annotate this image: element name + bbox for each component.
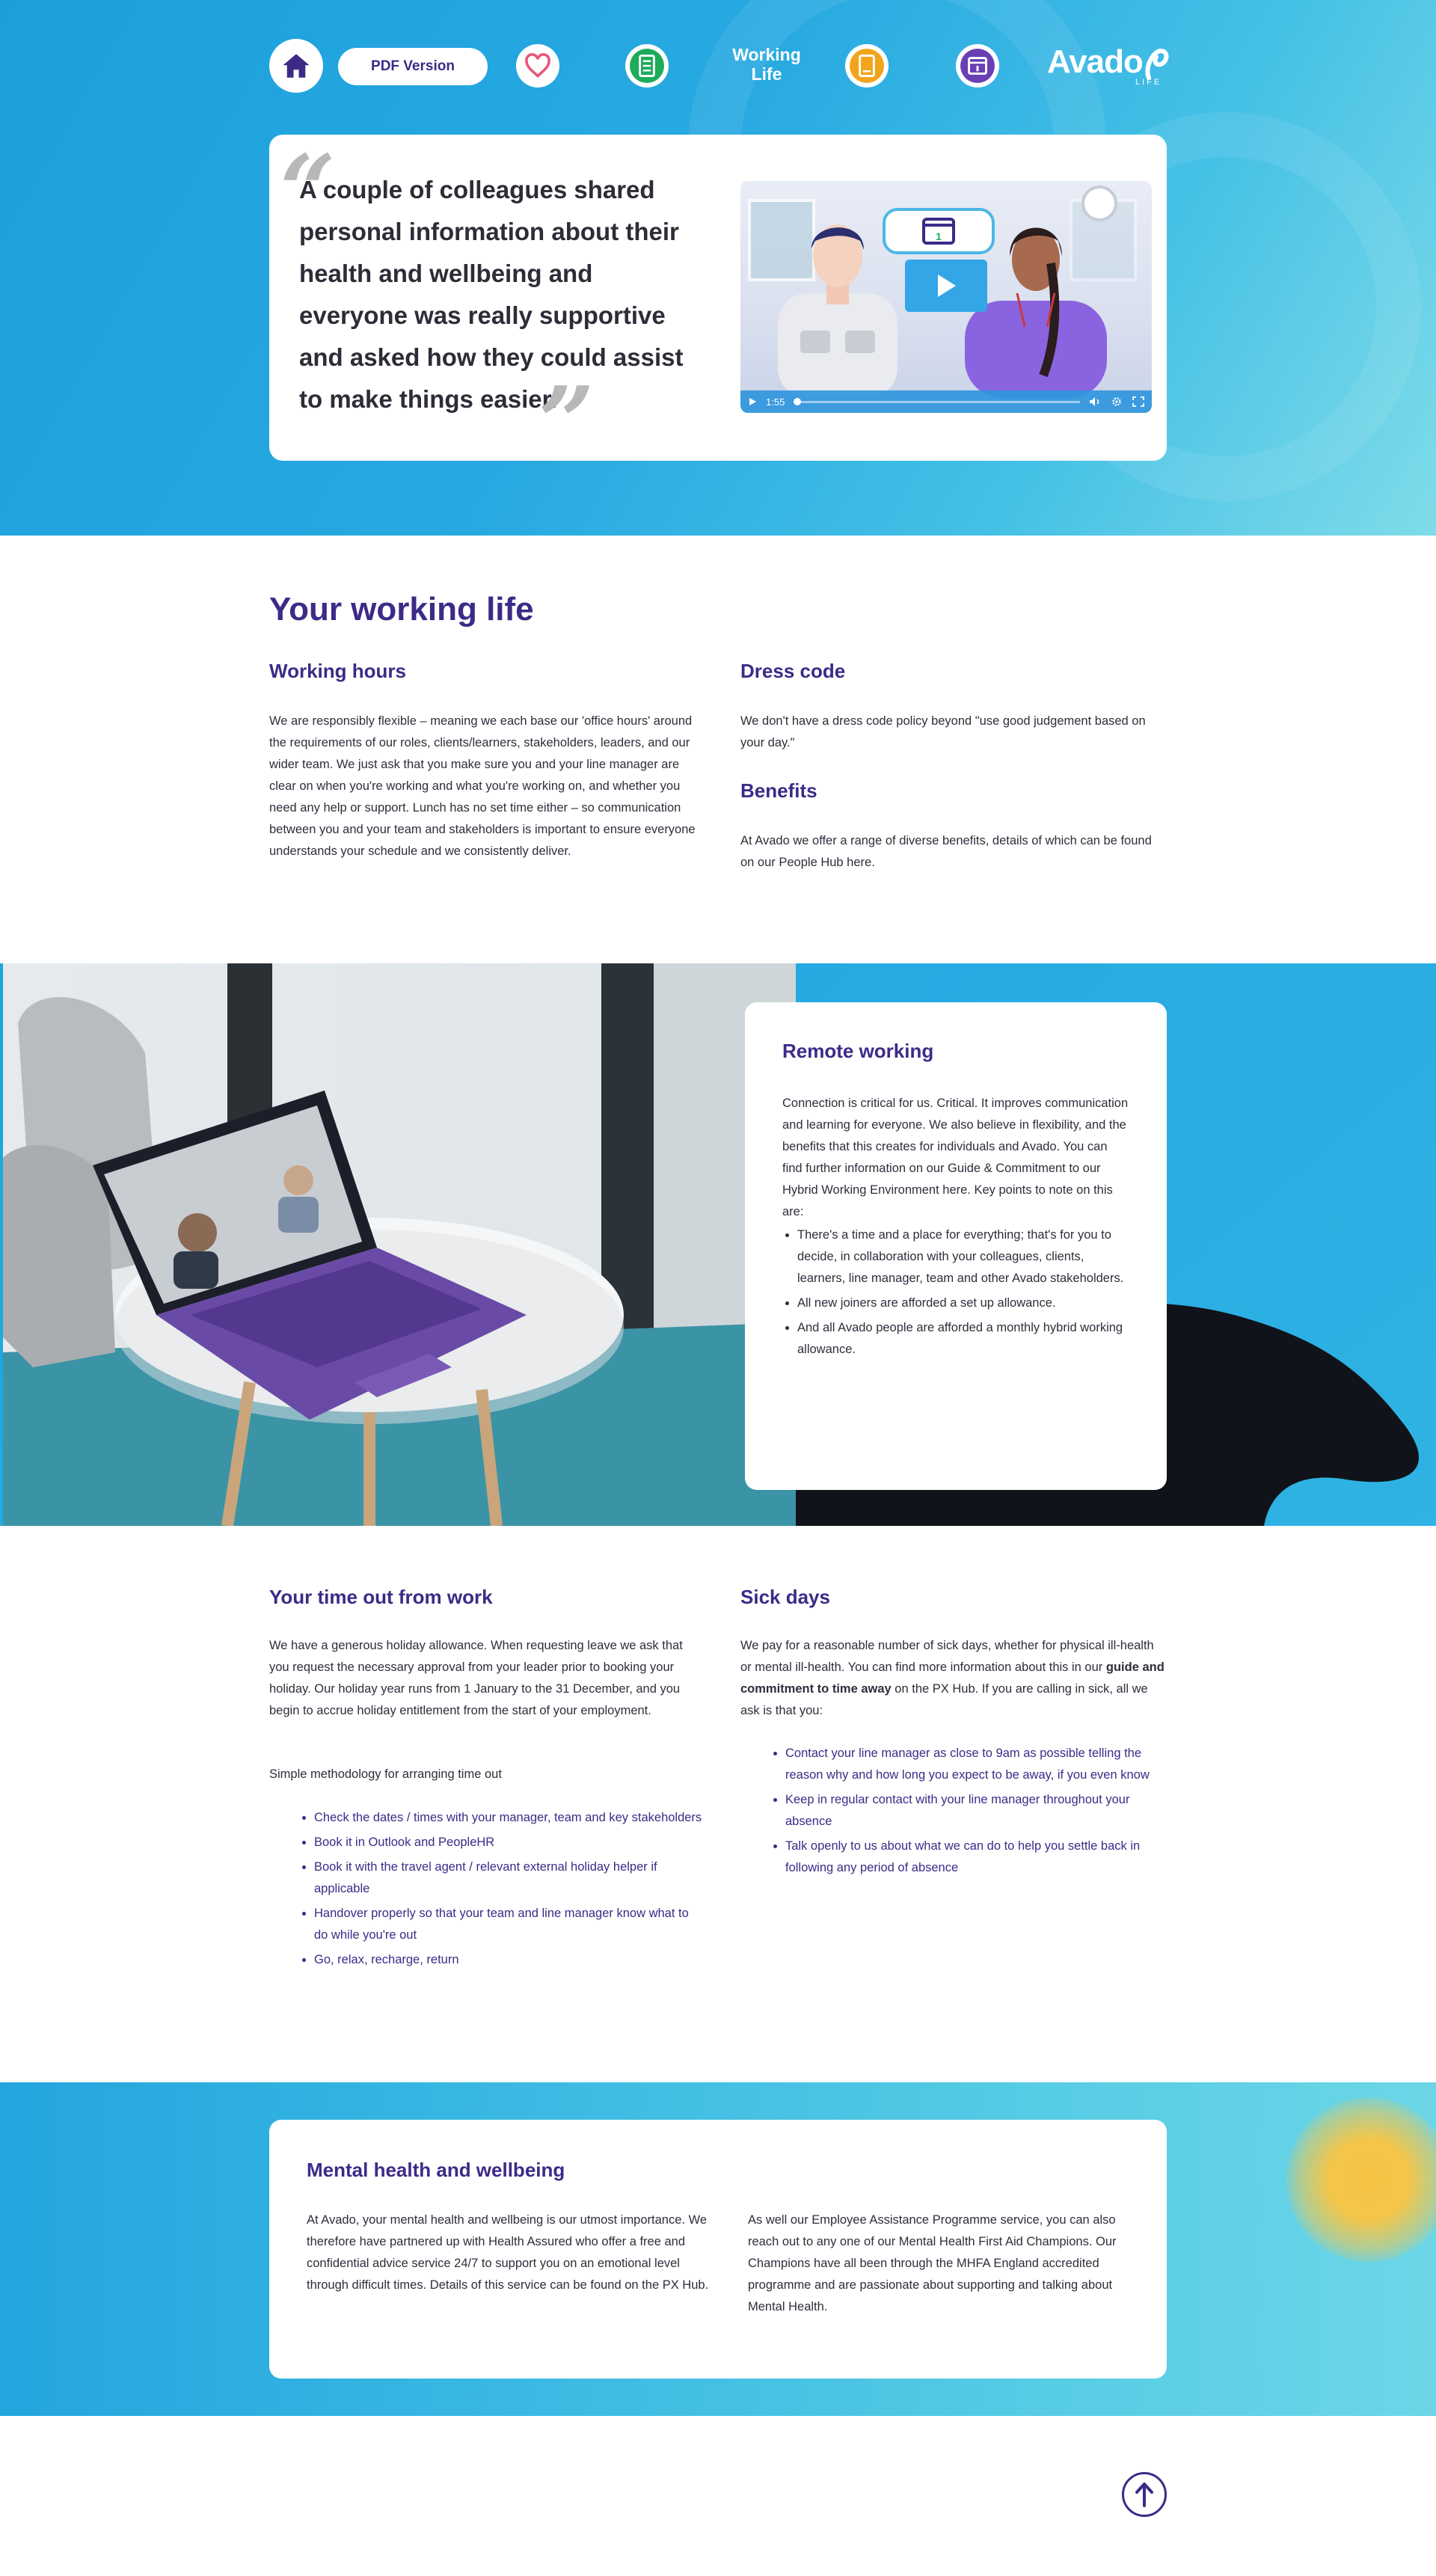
list-item: All new joiners are afforded a set up al…: [797, 1292, 1129, 1314]
sick-days-text: We pay for a reasonable number of sick d…: [740, 1635, 1167, 1722]
benefits-heading: Benefits: [740, 779, 817, 802]
laptop-photo: [3, 963, 796, 1526]
calendar-day-label: 1: [936, 230, 942, 242]
home-button[interactable]: [269, 39, 323, 93]
list-item[interactable]: Keep in regular contact with your line m…: [785, 1789, 1174, 1833]
time-out-text: We have a generous holiday allowance. Wh…: [269, 1639, 683, 1717]
remote-working-section: Remote working Connection is critical fo…: [0, 963, 1436, 1526]
remote-working-card: Remote working Connection is critical fo…: [745, 1002, 1167, 1490]
seek-handle[interactable]: [794, 397, 802, 405]
video-seek-bar[interactable]: [794, 397, 1080, 405]
video-time: 1:55: [766, 396, 785, 408]
remote-working-intro: Connection is critical for us. Critical.…: [782, 1097, 1129, 1218]
mental-health-heading: Mental health and wellbeing: [307, 2159, 565, 2181]
sun-decoration: [1286, 2097, 1436, 2262]
fullscreen-icon[interactable]: [1132, 396, 1144, 407]
list-item[interactable]: Talk openly to us about what we can do t…: [785, 1836, 1174, 1879]
benefits-text: At Avado we offer a range of diverse ben…: [740, 834, 1152, 869]
list-item: And all Avado people are afforded a mont…: [797, 1317, 1129, 1361]
wellbeing-nav-button[interactable]: [516, 44, 559, 88]
calendar-icon: 1: [922, 218, 955, 245]
play-icon: [938, 275, 956, 297]
quote-card: “ A couple of colleagues shared personal…: [269, 135, 1167, 471]
video-play-button[interactable]: [905, 260, 987, 312]
list-item[interactable]: Handover properly so that your team and …: [314, 1903, 703, 1946]
home-icon: [283, 54, 310, 78]
section-title-line-2: Life: [751, 64, 782, 84]
remote-working-points: There's a time and a place for everythin…: [797, 1224, 1129, 1361]
arrow-up-icon: [1135, 2483, 1153, 2507]
calendar-icon: [960, 49, 995, 83]
document-icon: [630, 49, 664, 83]
time-out-steps: Check the dates / times with your manage…: [314, 1807, 703, 1974]
video-control-bar: 1:55: [740, 390, 1152, 413]
video-speech-bubble: 1: [883, 208, 995, 254]
list-item: There's a time and a place for everythin…: [797, 1224, 1129, 1289]
list-item[interactable]: Contact your line manager as close to 9a…: [785, 1743, 1174, 1786]
back-to-top-button[interactable]: [1122, 2472, 1167, 2517]
testimonial-quote: A couple of colleagues shared personal i…: [299, 176, 684, 413]
dress-code-heading: Dress code: [740, 660, 846, 682]
working-life-heading: Your working life: [269, 591, 534, 628]
settings-gear-icon[interactable]: [1111, 396, 1122, 407]
section-title-working-life: Working Life: [718, 45, 815, 84]
heart-icon: [525, 53, 550, 78]
dress-code-text: We don't have a dress code policy beyond…: [740, 714, 1146, 749]
logo-text: Avado: [1047, 43, 1144, 80]
mental-health-text-left: At Avado, your mental health and wellbei…: [307, 2213, 709, 2292]
time-out-methodology-label: Simple methodology for arranging time ou…: [269, 1767, 502, 1781]
volume-icon[interactable]: [1089, 396, 1101, 407]
top-nav: PDF Version Working Life Avado LIFE: [269, 39, 1169, 93]
working-hours-text: We are responsibly flexible – meaning we…: [269, 714, 696, 858]
avado-life-logo[interactable]: Avado LIFE: [1047, 43, 1174, 88]
book-icon: [850, 49, 884, 83]
list-item[interactable]: Go, relax, recharge, return: [314, 1949, 703, 1971]
hero-section: PDF Version Working Life Avado LIFE “ A …: [0, 0, 1436, 536]
document-nav-button[interactable]: [625, 44, 669, 88]
play-small-icon[interactable]: [748, 397, 757, 406]
mental-health-section: Mental health and wellbeing At Avado, yo…: [0, 2082, 1436, 2416]
logo-mark-icon: [1145, 48, 1169, 80]
remote-working-heading: Remote working: [782, 1040, 934, 1062]
list-item[interactable]: Check the dates / times with your manage…: [314, 1807, 703, 1829]
logo-subtext: LIFE: [1135, 78, 1162, 87]
calendar-nav-button[interactable]: [956, 44, 999, 88]
time-out-heading: Your time out from work: [269, 1586, 493, 1608]
list-item[interactable]: Book it in Outlook and PeopleHR: [314, 1832, 703, 1853]
list-item[interactable]: Book it with the travel agent / relevant…: [314, 1856, 703, 1900]
section-title-line-1: Working: [732, 45, 801, 64]
working-hours-heading: Working hours: [269, 660, 406, 682]
laptop-on-table-image: [3, 963, 796, 1526]
close-quote-mark: ”: [538, 365, 595, 479]
mental-health-text-right: As well our Employee Assistance Programm…: [748, 2213, 1117, 2313]
video-player[interactable]: 1 1:55: [740, 181, 1152, 413]
pdf-version-button[interactable]: PDF Version: [338, 48, 488, 85]
sick-days-steps: Contact your line manager as close to 9a…: [785, 1743, 1174, 1882]
sick-days-heading: Sick days: [740, 1586, 830, 1608]
book-nav-button[interactable]: [845, 44, 889, 88]
sick-days-text-part-1: We pay for a reasonable number of sick d…: [740, 1639, 1154, 1674]
mental-health-card: Mental health and wellbeing At Avado, yo…: [269, 2120, 1167, 2379]
